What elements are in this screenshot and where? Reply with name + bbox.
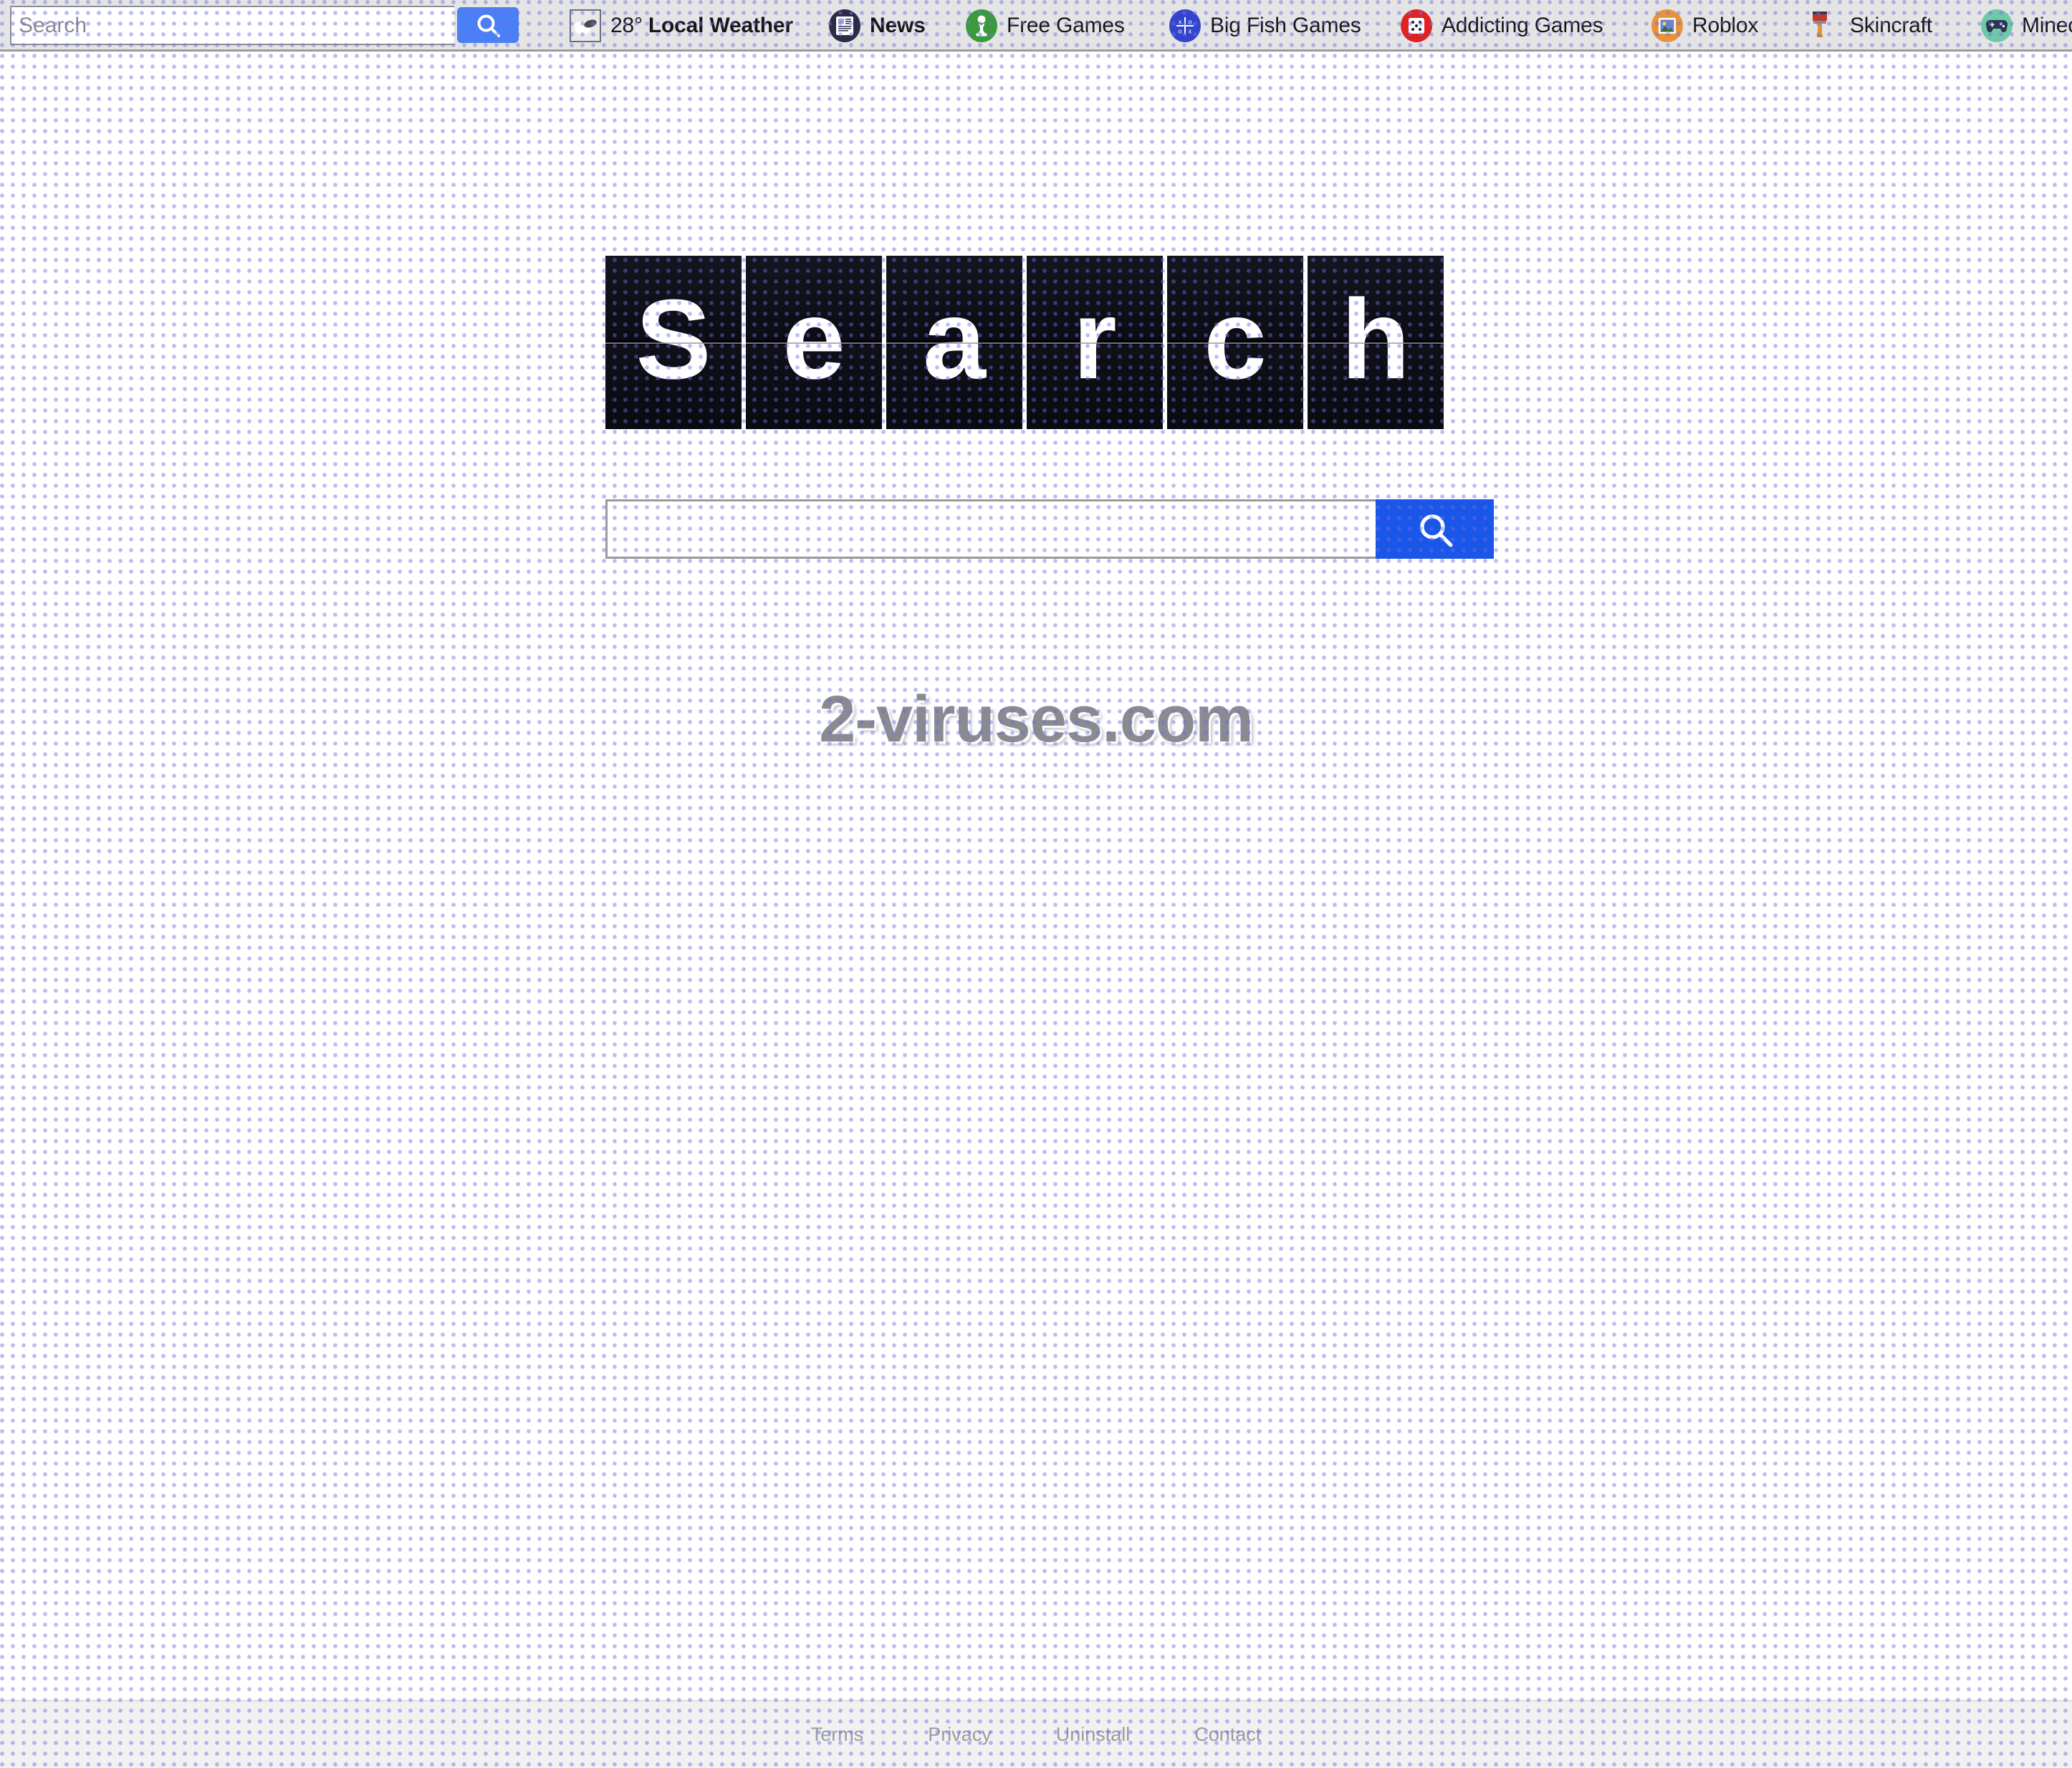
footer-link-terms[interactable]: Terms <box>811 1724 864 1746</box>
toolbar-search-button[interactable] <box>457 7 519 43</box>
main-search-button[interactable] <box>1376 499 1494 559</box>
main-search-group <box>605 499 1494 559</box>
toolbar-item-addicting-games[interactable]: Addicting Games <box>1401 0 1603 49</box>
logo-tile: S <box>605 256 742 429</box>
logo-letter: a <box>923 277 986 403</box>
footer-bar: Terms Privacy Uninstall Contact <box>0 1700 2072 1768</box>
site-watermark: 2-viruses.com <box>819 683 1254 756</box>
picture-icon <box>1651 9 1683 42</box>
toolbar-item-news[interactable]: News <box>829 0 926 49</box>
toolbar-item-label: Big Fish Games <box>1210 14 1361 37</box>
logo-letter: h <box>1340 277 1411 403</box>
toolbar-item-label: Addicting Games <box>1442 14 1603 37</box>
toolbar-item-label: Minec <box>2022 14 2072 37</box>
toolbar-item-label: Skincraft <box>1850 14 1932 37</box>
logo-letter: S <box>635 277 711 403</box>
toolbar-item-roblox[interactable]: Roblox <box>1651 0 1759 49</box>
footer-link-privacy[interactable]: Privacy <box>928 1724 992 1746</box>
paintbrush-icon <box>1809 9 1841 42</box>
dice-icon <box>1401 9 1432 42</box>
footer-link-uninstall[interactable]: Uninstall <box>1056 1724 1131 1746</box>
svg-text:x: x <box>1189 28 1192 35</box>
footer-link-contact[interactable]: Contact <box>1194 1724 1261 1746</box>
logo-tile: r <box>1027 256 1163 429</box>
logo-tile: h <box>1308 256 1444 429</box>
svg-text:o: o <box>1178 28 1181 35</box>
logo-tile: a <box>886 256 1022 429</box>
svg-text:o: o <box>1188 19 1191 26</box>
chess-pawn-icon <box>966 9 997 42</box>
toolbar-item-label: 28° Local Weather <box>610 14 793 37</box>
page-root: 28° Local Weather News <box>0 0 2072 1768</box>
toolbar-search-group <box>10 6 524 45</box>
toolbar-item-local-weather[interactable]: 28° Local Weather <box>570 0 793 49</box>
main-search-input[interactable] <box>605 499 1376 559</box>
toolbar-item-free-games[interactable]: Free Games <box>966 0 1125 49</box>
search-icon <box>1376 509 1494 550</box>
browser-toolbar: 28° Local Weather News <box>0 0 2072 52</box>
search-icon <box>457 11 519 39</box>
toolbar-item-skincraft[interactable]: Skincraft <box>1809 0 1932 49</box>
toolbar-search-input[interactable] <box>10 6 454 45</box>
logo-tile: c <box>1167 256 1303 429</box>
search-logo: S e a r c h <box>605 256 1444 429</box>
toolbar-item-label: Roblox <box>1692 14 1759 37</box>
svg-text:x: x <box>1179 19 1182 26</box>
logo-letter: r <box>1073 277 1117 403</box>
logo-tile: e <box>746 256 882 429</box>
logo-letter: c <box>1204 277 1267 403</box>
tic-tac-toe-icon: x o o x <box>1169 9 1201 42</box>
toolbar-item-minecraft[interactable]: Minec <box>1981 0 2072 49</box>
toolbar-item-label: Free Games <box>1007 14 1125 37</box>
toolbar-item-label: News <box>870 14 926 37</box>
gamepad-icon <box>1981 9 2013 42</box>
logo-letter: e <box>782 277 845 403</box>
newspaper-icon <box>829 9 860 42</box>
toolbar-item-big-fish-games[interactable]: x o o x Big Fish Games <box>1169 0 1361 49</box>
cloud-weather-icon <box>570 9 601 42</box>
